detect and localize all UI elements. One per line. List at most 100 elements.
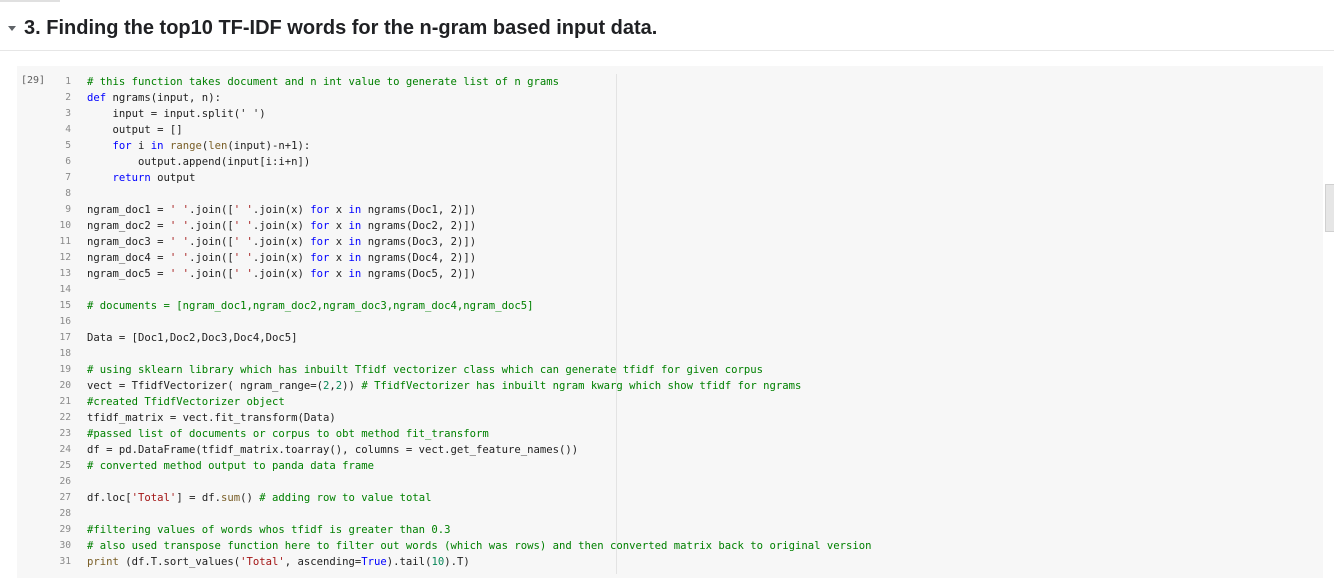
code-token: ' ' [233, 236, 253, 248]
code-token: Data = [Doc1,Doc2,Doc3,Doc4,Doc5] [87, 332, 298, 344]
code-token: .join(x) [252, 268, 311, 280]
code-token: # also used transpose function here to f… [87, 540, 872, 552]
code-text: output = [] [87, 122, 183, 138]
code-text: ngram_doc4 = ' '.join([' '.join(x) for x… [87, 250, 476, 266]
code-token: ngram_doc1 = [87, 204, 170, 216]
code-token: #created TfidfVectorizer object [87, 396, 285, 408]
code-token: # adding row to value total [259, 492, 432, 504]
code-token: sum [220, 492, 241, 504]
code-token: output [150, 172, 196, 184]
code-token: ngrams(Doc2, 2)]) [361, 220, 477, 232]
code-token: df = pd.DataFrame(tfidf_matrix.toarray()… [87, 444, 579, 456]
code-text: df = pd.DataFrame(tfidf_matrix.toarray()… [87, 442, 578, 458]
code-token: ngram_doc2 = [87, 220, 170, 232]
code-text: output.append(input[i:i+n]) [87, 154, 310, 170]
code-text: # documents = [ngram_doc1,ngram_doc2,ngr… [87, 298, 533, 314]
code-token: .join([ [189, 204, 234, 216]
code-token: ).T) [444, 556, 470, 568]
code-text: for i in range(len(input)-n+1): [87, 138, 311, 154]
collapse-caret-icon[interactable] [8, 25, 16, 31]
code-token: .join(x) [252, 220, 311, 232]
code-token: 'Total' [131, 492, 177, 504]
code-token: .join(x) [252, 236, 311, 248]
code-token: ngrams(input, n): [106, 92, 221, 104]
code-text: ngram_doc1 = ' '.join([' '.join(x) for x… [87, 202, 476, 218]
code-token: ' ' [233, 252, 253, 264]
code-token: x [329, 268, 349, 280]
code-text: # also used transpose function here to f… [87, 538, 872, 554]
code-token: (df.T.sort_values( [118, 556, 241, 568]
code-text: Data = [Doc1,Doc2,Doc3,Doc4,Doc5] [87, 330, 297, 346]
page-scrollbar[interactable] [1325, 184, 1334, 232]
code-cell[interactable]: [29] 1 # this function takes document and… [17, 66, 1323, 578]
line-number: 29 [59, 524, 71, 535]
code-token: ngrams(Doc4, 2)]) [361, 252, 477, 264]
code-token: ' ' [169, 236, 190, 248]
code-token: .join([ [189, 252, 234, 264]
code-text: #filtering values of words whos tfidf is… [87, 522, 451, 538]
top-border [0, 0, 1334, 4]
line-number: 8 [65, 188, 71, 199]
line-number: 31 [59, 556, 71, 567]
line-number: 11 [59, 236, 71, 247]
code-token: # using sklearn library which has inbuil… [87, 364, 764, 376]
code-text: df.loc['Total'] = df.sum() # adding row … [87, 490, 431, 506]
code-text: #passed list of documents or corpus to o… [87, 426, 489, 442]
code-text: # using sklearn library which has inbuil… [87, 362, 763, 378]
code-token: x [329, 252, 349, 264]
code-token: vect = TfidfVectorizer( ngram_range=( [87, 380, 323, 392]
line-number: 7 [65, 172, 71, 183]
code-token: in [348, 236, 362, 248]
code-token: input = input.split(' ') [87, 108, 266, 120]
code-token: for [310, 220, 330, 232]
code-text: def ngrams(input, n): [87, 90, 221, 106]
code-token: range [169, 140, 202, 152]
line-number: 25 [59, 460, 71, 471]
line-number: 27 [59, 492, 71, 503]
line-number: 15 [59, 300, 71, 311]
code-token: .join([ [189, 268, 234, 280]
code-token: in [348, 220, 362, 232]
column-ruler [616, 74, 617, 574]
line-number: 1 [65, 76, 71, 87]
code-token: 10 [431, 556, 445, 568]
code-token: def [87, 92, 107, 104]
code-token: ' ' [233, 268, 253, 280]
line-number: 21 [59, 396, 71, 407]
line-number: 17 [59, 332, 71, 343]
section-header: 3. Finding the top10 TF-IDF words for th… [0, 6, 1334, 51]
line-number: 16 [59, 316, 71, 327]
code-token: in [348, 204, 362, 216]
code-token: True [361, 556, 387, 568]
line-number: 9 [65, 204, 71, 215]
code-token: , ascending= [284, 556, 362, 568]
code-token: # documents = [ngram_doc1,ngram_doc2,ngr… [87, 300, 534, 312]
code-token: tfidf_matrix = vect.fit_transform(Data) [87, 412, 336, 424]
code-text: ngram_doc3 = ' '.join([' '.join(x) for x… [87, 234, 476, 250]
code-token: ngrams(Doc1, 2)]) [361, 204, 477, 216]
code-token: 'Total' [240, 556, 285, 568]
code-token: ' ' [169, 268, 190, 280]
code-token: ).tail( [386, 556, 432, 568]
code-token: .join(x) [252, 252, 311, 264]
line-number: 28 [59, 508, 71, 519]
line-number: 5 [65, 140, 71, 151]
code-token: .join([ [189, 220, 234, 232]
code-token: x [329, 204, 349, 216]
code-token: ngram_doc3 = [87, 236, 170, 248]
line-number: 19 [59, 364, 71, 375]
code-token: for [112, 140, 132, 152]
code-token: in [348, 252, 362, 264]
line-number: 22 [59, 412, 71, 423]
code-token: for [310, 204, 330, 216]
line-number: 4 [65, 124, 71, 135]
code-token: for [310, 236, 330, 248]
code-token: .join([ [189, 236, 234, 248]
section-title: 3. Finding the top10 TF-IDF words for th… [24, 16, 658, 39]
line-number: 2 [65, 92, 71, 103]
line-number: 18 [59, 348, 71, 359]
code-token: ' ' [169, 204, 190, 216]
code-token: output.append(input[i:i+n]) [87, 156, 311, 168]
